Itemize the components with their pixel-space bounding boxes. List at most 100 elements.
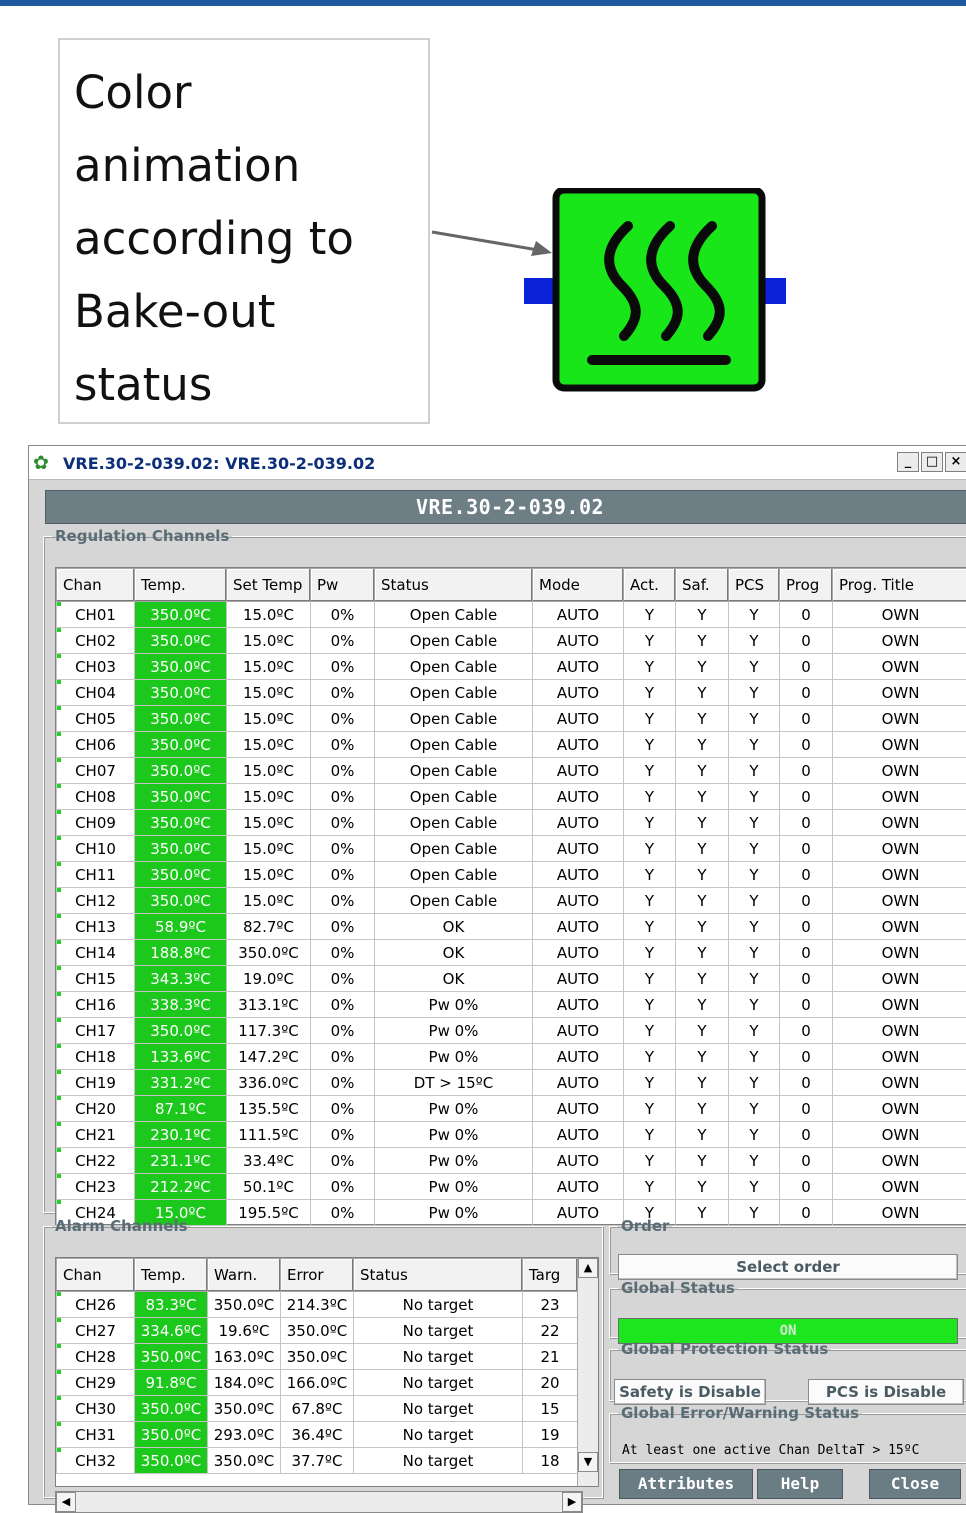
regulation-table-row[interactable]: CH19331.2ºC336.0ºC0%DT > 15ºCAUTOYYY0OWN [57,1070,966,1096]
regulation-column-header[interactable]: Saf. [676,569,729,602]
regulation-column-header[interactable]: Prog [780,569,833,602]
temperature-cell: 350.0ºC [135,862,227,888]
regulation-cell: 15.0ºC [227,888,311,914]
regulation-column-header[interactable]: Mode [533,569,624,602]
regulation-table-row[interactable]: CH08350.0ºC15.0ºC0%Open CableAUTOYYY0OWN [57,784,966,810]
regulation-cell: 0 [780,758,833,784]
alarm-cell: No target [354,1396,523,1422]
regulation-cell: Open Cable [375,810,533,836]
alarm-column-header[interactable]: Warn. [208,1259,281,1292]
regulation-table-row[interactable]: CH15343.3ºC19.0ºC0%OKAUTOYYY0OWN [57,966,966,992]
alarm-column-header[interactable]: Targ [523,1259,578,1292]
regulation-cell: 0% [311,1174,375,1200]
close-button[interactable]: Close [869,1469,961,1499]
regulation-cell: AUTO [533,992,624,1018]
regulation-table-row[interactable]: CH18133.6ºC147.2ºC0%Pw 0%AUTOYYY0OWN [57,1044,966,1070]
help-button[interactable]: Help [757,1469,843,1499]
temperature-cell: 231.1ºC [135,1148,227,1174]
regulation-cell: Y [729,940,780,966]
regulation-cell: Y [624,758,676,784]
regulation-table-row[interactable]: CH11350.0ºC15.0ºC0%Open CableAUTOYYY0OWN [57,862,966,888]
regulation-table-row[interactable]: CH04350.0ºC15.0ºC0%Open CableAUTOYYY0OWN [57,680,966,706]
regulation-cell: Y [676,680,729,706]
alarm-table: ChanTemp.Warn.ErrorStatusTarg CH2683.3ºC… [56,1258,578,1474]
regulation-cell: AUTO [533,1122,624,1148]
alarm-horizontal-scrollbar[interactable]: ◀ ▶ [55,1491,583,1513]
channel-cell: CH23 [57,1174,135,1200]
temperature-cell: 58.9ºC [135,914,227,940]
alarm-table-row[interactable]: CH31350.0ºC293.0ºC36.4ºCNo target19 [57,1422,578,1448]
alarm-column-header[interactable]: Status [354,1259,523,1292]
regulation-column-header[interactable]: Pw [311,569,375,602]
alarm-table-row[interactable]: CH28350.0ºC163.0ºC350.0ºCNo target21 [57,1344,578,1370]
minimize-button[interactable]: _ [897,452,919,472]
regulation-cell: 82.7ºC [227,914,311,940]
regulation-column-header[interactable]: Chan [57,569,135,602]
regulation-cell: Y [676,966,729,992]
alarm-table-row[interactable]: CH32350.0ºC350.0ºC37.7ºCNo target18 [57,1448,578,1474]
alarm-table-row[interactable]: CH2683.3ºC350.0ºC214.3ºCNo target23 [57,1292,578,1318]
close-window-button[interactable]: × [945,452,966,472]
safety-status-button[interactable]: Safety is Disable [614,1379,766,1405]
alarm-table-row[interactable]: CH30350.0ºC350.0ºC67.8ºCNo target15 [57,1396,578,1422]
regulation-column-header[interactable]: Prog. Title [833,569,966,602]
regulation-column-header[interactable]: Status [375,569,533,602]
regulation-cell: Y [729,654,780,680]
temperature-cell: 350.0ºC [135,732,227,758]
regulation-table-row[interactable]: CH2087.1ºC135.5ºC0%Pw 0%AUTOYYY0OWN [57,1096,966,1122]
scroll-left-arrow-icon[interactable]: ◀ [56,1492,76,1512]
alarm-cell: 18 [523,1448,578,1474]
regulation-cell: Y [624,784,676,810]
regulation-table-row[interactable]: CH22231.1ºC33.4ºC0%Pw 0%AUTOYYY0OWN [57,1148,966,1174]
alarm-cell: 350.0ºC [281,1318,354,1344]
regulation-table-row[interactable]: CH09350.0ºC15.0ºC0%Open CableAUTOYYY0OWN [57,810,966,836]
regulation-column-header[interactable]: PCS [729,569,780,602]
regulation-cell: Y [624,1044,676,1070]
regulation-column-header[interactable]: Act. [624,569,676,602]
select-order-button[interactable]: Select order [618,1254,958,1280]
attributes-button[interactable]: Attributes [619,1469,753,1499]
regulation-cell: Y [624,628,676,654]
alarm-table-row[interactable]: CH27334.6ºC19.6ºC350.0ºCNo target22 [57,1318,578,1344]
regulation-table-row[interactable]: CH06350.0ºC15.0ºC0%Open CableAUTOYYY0OWN [57,732,966,758]
regulation-cell: Y [729,1174,780,1200]
temperature-cell: 350.0ºC [135,706,227,732]
regulation-cell: Y [676,836,729,862]
pcs-status-button[interactable]: PCS is Disable [808,1379,964,1405]
regulation-table-row[interactable]: CH01350.0ºC15.0ºC0%Open CableAUTOYYY0OWN [57,602,966,628]
regulation-cell: Open Cable [375,862,533,888]
regulation-table-row[interactable]: CH16338.3ºC313.1ºC0%Pw 0%AUTOYYY0OWN [57,992,966,1018]
maximize-button[interactable]: □ [921,452,943,472]
regulation-cell: Y [624,706,676,732]
scroll-up-arrow-icon[interactable]: ▲ [578,1258,598,1278]
regulation-table-row[interactable]: CH02350.0ºC15.0ºC0%Open CableAUTOYYY0OWN [57,628,966,654]
regulation-table-row[interactable]: CH1358.9ºC82.7ºC0%OKAUTOYYY0OWN [57,914,966,940]
regulation-cell: OK [375,914,533,940]
regulation-table-row[interactable]: CH07350.0ºC15.0ºC0%Open CableAUTOYYY0OWN [57,758,966,784]
regulation-cell: OWN [833,784,966,810]
regulation-table-row[interactable]: CH10350.0ºC15.0ºC0%Open CableAUTOYYY0OWN [57,836,966,862]
alarm-vertical-scrollbar[interactable]: ▲ ▼ [577,1258,598,1486]
alarm-cell: 184.0ºC [208,1370,281,1396]
alarm-column-header[interactable]: Chan [57,1259,135,1292]
regulation-table-row[interactable]: CH23212.2ºC50.1ºC0%Pw 0%AUTOYYY0OWN [57,1174,966,1200]
regulation-table-row[interactable]: CH03350.0ºC15.0ºC0%Open CableAUTOYYY0OWN [57,654,966,680]
alarm-column-header[interactable]: Error [281,1259,354,1292]
regulation-table-row[interactable]: CH17350.0ºC117.3ºC0%Pw 0%AUTOYYY0OWN [57,1018,966,1044]
title-bar: ✿ VRE.30-2-039.02: VRE.30-2-039.02 _ □ × [29,446,966,480]
regulation-column-header[interactable]: Set Temp [227,569,311,602]
regulation-table-row[interactable]: CH12350.0ºC15.0ºC0%Open CableAUTOYYY0OWN [57,888,966,914]
regulation-cell: 15.0ºC [227,680,311,706]
regulation-cell: 0 [780,1148,833,1174]
regulation-cell: Pw 0% [375,1044,533,1070]
alarm-cell: 350.0ºC [208,1292,281,1318]
regulation-table-row[interactable]: CH21230.1ºC111.5ºC0%Pw 0%AUTOYYY0OWN [57,1122,966,1148]
regulation-cell: 0% [311,706,375,732]
scroll-right-arrow-icon[interactable]: ▶ [562,1492,582,1512]
alarm-column-header[interactable]: Temp. [135,1259,208,1292]
regulation-table-row[interactable]: CH05350.0ºC15.0ºC0%Open CableAUTOYYY0OWN [57,706,966,732]
scroll-down-arrow-icon[interactable]: ▼ [578,1452,598,1472]
regulation-table-row[interactable]: CH14188.8ºC350.0ºC0%OKAUTOYYY0OWN [57,940,966,966]
alarm-table-row[interactable]: CH2991.8ºC184.0ºC166.0ºCNo target20 [57,1370,578,1396]
regulation-column-header[interactable]: Temp. [135,569,227,602]
